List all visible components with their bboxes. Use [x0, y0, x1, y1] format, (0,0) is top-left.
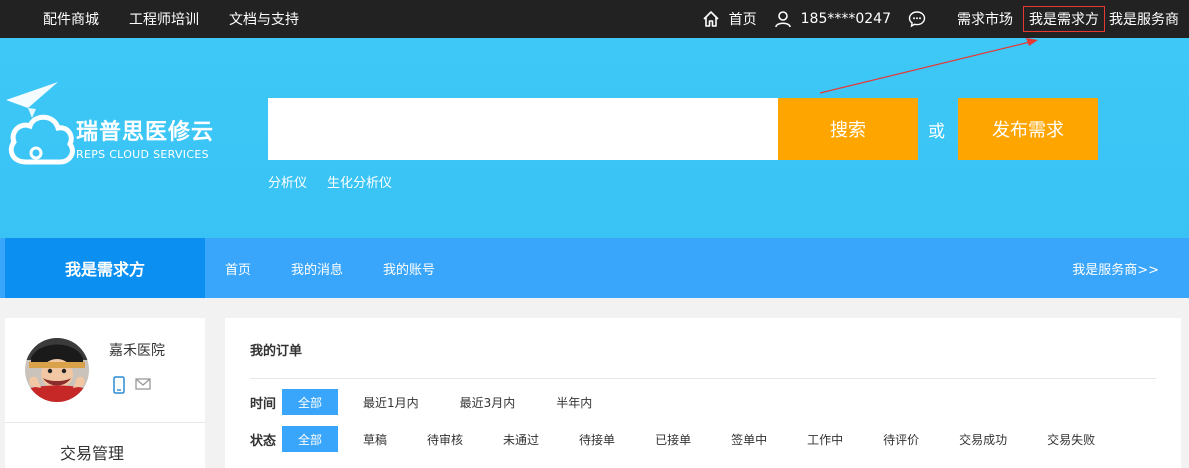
avatar[interactable] [25, 338, 89, 402]
sidebar-divider [5, 422, 205, 423]
top-chat[interactable] [907, 9, 935, 29]
top-home[interactable]: 首页 [701, 9, 757, 29]
time-filter-row: 时间 全部 最近1月内 最近3月内 半年内 [250, 389, 592, 415]
status-filter-rejected[interactable]: 未通过 [503, 426, 539, 452]
hero-banner: 瑞普思医修云 REPS CLOUD SERVICES 搜索 或 发布需求 分析仪… [0, 38, 1189, 238]
status-filter-draft[interactable]: 草稿 [363, 426, 387, 452]
home-icon [701, 9, 721, 29]
time-filter-label: 时间 [250, 396, 277, 412]
top-provider-link[interactable]: 我是服务商 [1109, 9, 1179, 29]
chat-icon[interactable] [907, 9, 927, 29]
nav-bar: 我是需求方 首页 我的消息 我的账号 我是服务商>> [0, 238, 1189, 298]
hot-keyword-analyzer[interactable]: 分析仪 [268, 172, 307, 191]
time-filter-all[interactable]: 全部 [282, 389, 338, 415]
publish-demand-button[interactable]: 发布需求 [958, 98, 1098, 160]
status-filter-success[interactable]: 交易成功 [959, 426, 1007, 452]
nav-links: 首页 我的消息 我的账号 [225, 238, 435, 298]
status-filter-in-progress[interactable]: 工作中 [807, 426, 843, 452]
or-text: 或 [928, 121, 945, 142]
search-input[interactable] [268, 98, 778, 160]
time-filter-3-months[interactable]: 最近3月内 [460, 389, 516, 415]
time-filter-1-month[interactable]: 最近1月内 [363, 389, 419, 415]
nav-switch-provider[interactable]: 我是服务商>> [1072, 238, 1159, 298]
nav-link-home[interactable]: 首页 [225, 259, 251, 278]
top-phone[interactable]: 185****0247 [801, 11, 891, 27]
search-button[interactable]: 搜索 [778, 98, 918, 160]
status-filter-row: 状态 全部 草稿 待审核 未通过 待接单 已接单 签单中 工作中 待评价 交易成… [250, 426, 1095, 452]
status-filter-label: 状态 [250, 433, 277, 449]
hot-keywords: 分析仪 生化分析仪 [268, 172, 392, 191]
top-link-parts-store[interactable]: 配件商城 [43, 9, 99, 29]
hot-keyword-biochem-analyzer[interactable]: 生化分析仪 [327, 172, 392, 191]
top-right-links: 首页 185****0247 需求市场 我是需求方 我是服务商 [701, 0, 1179, 38]
nav-link-account[interactable]: 我的账号 [383, 259, 435, 278]
orders-divider [250, 378, 1156, 379]
logo-english-name: REPS CLOUD SERVICES [76, 148, 209, 161]
top-bar: 配件商城 工程师培训 文档与支持 首页 185****0247 需求市场 我是需… [0, 0, 1189, 38]
sidebar: 嘉禾医院 交易管理 [5, 318, 205, 468]
top-user[interactable]: 185****0247 [773, 9, 891, 29]
top-link-docs-support[interactable]: 文档与支持 [229, 9, 299, 29]
status-filter-accepted[interactable]: 已接单 [655, 426, 691, 452]
logo-chinese-name: 瑞普思医修云 [76, 120, 215, 145]
nav-link-messages[interactable]: 我的消息 [291, 259, 343, 278]
top-link-engineer-training[interactable]: 工程师培训 [129, 9, 199, 29]
cloud-plane-logo-icon [6, 82, 75, 165]
nav-title: 我是需求方 [5, 238, 205, 298]
status-filter-all[interactable]: 全部 [282, 426, 338, 452]
status-filter-awaiting-review[interactable]: 待评价 [883, 426, 919, 452]
logo-text: 瑞普思医修云 REPS CLOUD SERVICES [76, 114, 214, 161]
top-home-link[interactable]: 首页 [729, 9, 757, 29]
status-filter-failed[interactable]: 交易失败 [1047, 426, 1095, 452]
orders-panel: 我的订单 时间 全部 最近1月内 最近3月内 半年内 状态 全部 草稿 待审核 … [225, 318, 1181, 468]
top-demand-market[interactable]: 需求市场 [957, 9, 1013, 29]
orders-title: 我的订单 [250, 344, 303, 359]
status-filter-pending-review[interactable]: 待审核 [427, 426, 463, 452]
top-requester-link[interactable]: 我是需求方 [1023, 6, 1105, 32]
time-filter-half-year[interactable]: 半年内 [556, 389, 592, 415]
top-left-links: 配件商城 工程师培训 文档与支持 [43, 0, 299, 38]
user-name: 嘉禾医院 [109, 343, 165, 359]
sidebar-heading-trade-management[interactable]: 交易管理 [60, 440, 124, 464]
status-filter-awaiting-acceptance[interactable]: 待接单 [579, 426, 615, 452]
phone-icon[interactable] [113, 376, 125, 398]
status-filter-signing[interactable]: 签单中 [731, 426, 767, 452]
user-icon [773, 9, 793, 29]
mail-icon[interactable] [135, 378, 151, 394]
